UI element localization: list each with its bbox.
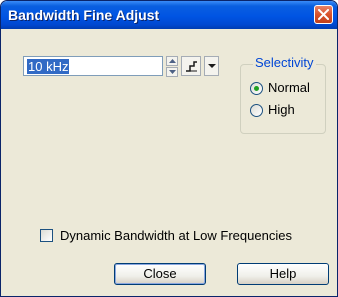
dynamic-bandwidth-label[interactable]: Dynamic Bandwidth at Low Frequencies [60,228,292,243]
close-x-icon [318,9,329,20]
chevron-down-icon [208,64,216,68]
frequency-input[interactable]: 10 kHz [23,56,163,76]
window-close-button[interactable] [314,5,333,24]
radio-normal-label: Normal [268,80,310,95]
radio-selected-dot [254,86,259,91]
selectivity-group [240,64,326,134]
radio-high-label: High [268,102,295,117]
selectivity-legend: Selectivity [253,55,316,70]
radio-normal-button[interactable] [250,82,263,95]
close-button[interactable]: Close [114,263,206,285]
dropdown-button[interactable] [204,56,219,76]
spin-down-button[interactable] [166,67,178,77]
spin-down-icon [169,70,176,74]
frequency-value: 10 kHz [27,59,70,74]
title-bar[interactable]: Bandwidth Fine Adjust [1,1,337,29]
step-icon [186,61,197,72]
help-button[interactable]: Help [237,263,329,285]
window-title: Bandwidth Fine Adjust [8,7,160,23]
spin-up-button[interactable] [166,56,178,66]
dynamic-bandwidth-checkbox[interactable] [40,229,53,242]
dialog-window: Bandwidth Fine Adjust 10 kHz Selectivity… [0,0,338,297]
radio-high-button[interactable] [250,104,263,117]
step-button[interactable] [181,56,201,76]
spin-up-icon [169,59,176,63]
frequency-spinner[interactable] [166,56,178,77]
